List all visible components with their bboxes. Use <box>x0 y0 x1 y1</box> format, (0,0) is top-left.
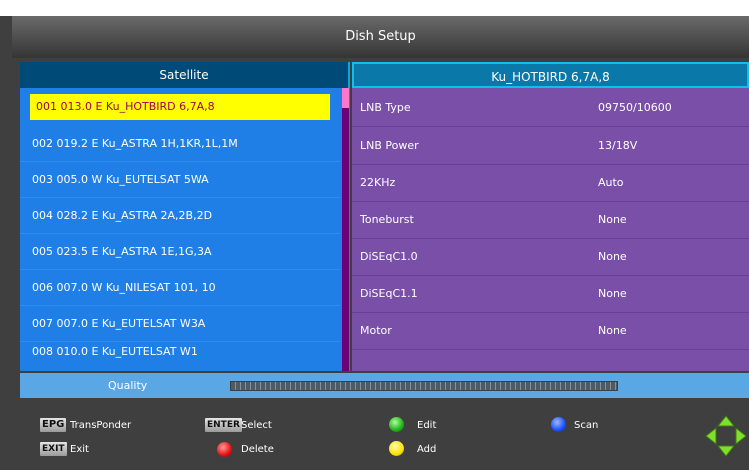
motor-value: None <box>598 324 627 337</box>
lnb-type-value: 09750/10600 <box>598 101 672 114</box>
diseqc11-row[interactable]: DiSEqC1.1 None <box>352 275 749 313</box>
selected-satellite-header: Ku_HOTBIRD 6,7A,8 <box>352 62 749 88</box>
22khz-row[interactable]: 22KHz Auto <box>352 164 749 202</box>
lnb-settings-panel: Ku_HOTBIRD 6,7A,8 LNB Type 09750/10600 L… <box>352 62 749 371</box>
red-dot-icon <box>217 442 232 457</box>
exit-label: Exit <box>70 444 89 455</box>
quality-label: Quality <box>108 379 148 392</box>
diseqc10-label: DiSEqC1.0 <box>360 250 418 263</box>
toneburst-value: None <box>598 213 627 226</box>
quality-meter <box>230 381 618 391</box>
satellite-panel-header: Satellite <box>20 62 350 88</box>
key-legend: EPG TransPonder EXIT Exit ENTER Select D… <box>0 398 749 470</box>
lnb-type-label: LNB Type <box>360 101 411 114</box>
top-strip <box>0 0 749 16</box>
toneburst-row[interactable]: Toneburst None <box>352 201 749 239</box>
scan-label: Scan <box>574 420 599 431</box>
satellite-item-5[interactable]: 005 023.5 E Ku_ASTRA 1E,1G,3A <box>20 234 340 270</box>
22khz-value: Auto <box>598 176 624 189</box>
motor-label: Motor <box>360 324 392 337</box>
green-dot-icon <box>389 417 404 432</box>
diseqc10-value: None <box>598 250 627 263</box>
dish-setup-screen: Dish Setup Satellite 001 013.0 E Ku_HOTB… <box>0 0 749 470</box>
diseqc11-label: DiSEqC1.1 <box>360 287 418 300</box>
quality-bar: Quality <box>20 373 749 398</box>
yellow-dot-icon <box>389 441 404 456</box>
satellite-item-3[interactable]: 003 005.0 W Ku_EUTELSAT 5WA <box>20 162 340 198</box>
lnb-power-value: 13/18V <box>598 139 638 152</box>
lnb-power-label: LNB Power <box>360 139 419 152</box>
exit-key: EXIT <box>40 442 67 456</box>
direction-arrows-icon <box>705 415 747 457</box>
add-label: Add <box>417 444 437 455</box>
delete-label: Delete <box>241 444 274 455</box>
satellite-item-4[interactable]: 004 028.2 E Ku_ASTRA 2A,2B,2D <box>20 198 340 234</box>
satellite-item-2[interactable]: 002 019.2 E Ku_ASTRA 1H,1KR,1L,1M <box>20 126 340 162</box>
diseqc10-row[interactable]: DiSEqC1.0 None <box>352 238 749 276</box>
transponder-label: TransPonder <box>70 420 132 431</box>
edit-label: Edit <box>417 420 437 431</box>
enter-key: ENTER <box>205 418 242 432</box>
22khz-label: 22KHz <box>360 176 396 189</box>
motor-row[interactable]: Motor None <box>352 312 749 350</box>
diseqc11-value: None <box>598 287 627 300</box>
lnb-type-row[interactable]: LNB Type 09750/10600 <box>352 89 749 127</box>
satellite-item-6[interactable]: 006 007.0 W Ku_NILESAT 101, 10 <box>20 270 340 306</box>
satellite-scrollbar-thumb[interactable] <box>342 88 349 108</box>
epg-key: EPG <box>40 418 67 432</box>
lnb-power-row[interactable]: LNB Power 13/18V <box>352 127 749 165</box>
satellite-item-1[interactable]: 001 013.0 E Ku_HOTBIRD 6,7A,8 <box>30 94 330 120</box>
satellite-scrollbar[interactable] <box>342 88 349 371</box>
satellite-panel: Satellite 001 013.0 E Ku_HOTBIRD 6,7A,8 … <box>20 62 350 371</box>
page-title: Dish Setup <box>12 16 749 58</box>
satellite-item-8[interactable]: 008 010.0 E Ku_EUTELSAT W1 <box>20 334 340 370</box>
select-label: Select <box>241 420 272 431</box>
toneburst-label: Toneburst <box>360 213 414 226</box>
blue-dot-icon <box>551 417 566 432</box>
